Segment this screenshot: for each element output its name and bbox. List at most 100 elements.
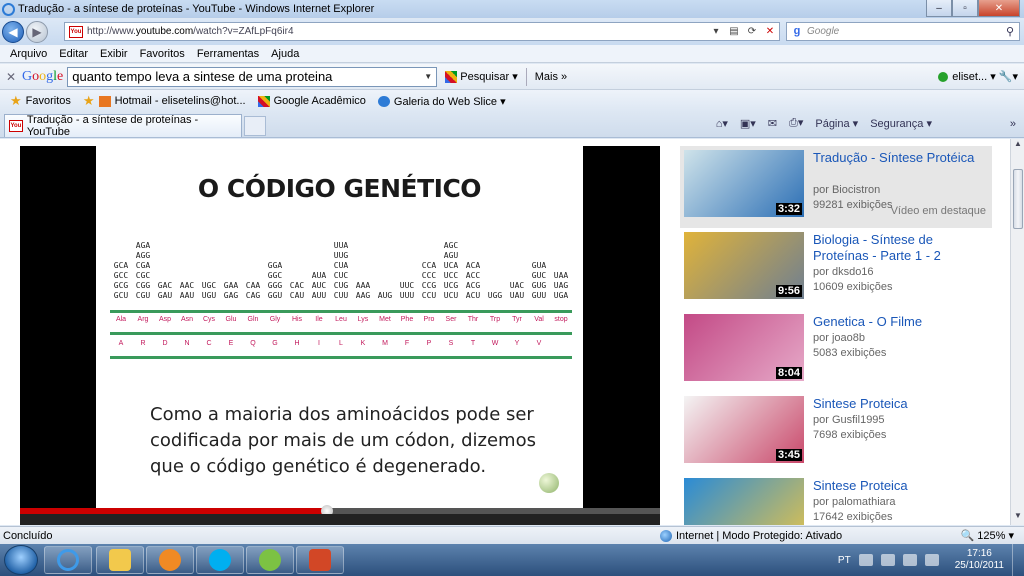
google-query-input[interactable]: quanto tempo leva a sintese de uma prote… <box>72 69 424 84</box>
video-thumbnail[interactable]: 9:56 <box>684 232 804 299</box>
page-menu[interactable]: Página ▾ <box>815 117 858 130</box>
print-icon[interactable]: ⎙▾ <box>789 116 803 130</box>
related-video-item[interactable]: Sintese Proteica por palomathiara 17642 ex… <box>680 474 992 525</box>
start-button[interactable] <box>4 545 38 575</box>
keyboard-icon[interactable] <box>858 554 873 566</box>
amino-acid-letter: E <box>228 340 234 347</box>
home-icon[interactable]: ⌂▾ <box>716 117 728 130</box>
amino-acid-label: Ala <box>115 316 127 323</box>
codon-column: CCA CCC CCG CCU <box>418 261 440 301</box>
back-button[interactable]: ◀ <box>2 21 24 43</box>
menu-arquivo[interactable]: Arquivo <box>10 48 47 60</box>
amino-acid-letter: P <box>426 340 432 347</box>
chevron-down-icon[interactable]: ▼ <box>424 72 436 81</box>
video-thumbnail[interactable]: 3:45 <box>684 396 804 463</box>
clock[interactable]: 17:16 25/10/2011 <box>955 548 1004 572</box>
refresh-icon[interactable]: ⟳ <box>743 26 761 37</box>
search-icon[interactable]: ⚲ <box>1001 25 1019 38</box>
pesquisar-button[interactable]: Pesquisar ▾ <box>445 70 518 83</box>
url-text[interactable]: http://www.youtube.com/watch?v=ZAfLpFq6i… <box>87 26 707 37</box>
volume-icon[interactable] <box>924 554 939 566</box>
favorites-button[interactable]: ★ Favoritos <box>10 93 71 109</box>
security-zone[interactable]: Internet | Modo Protegido: Ativado <box>660 529 842 542</box>
menu-ferramentas[interactable]: Ferramentas <box>197 48 259 60</box>
related-video-author[interactable]: por palomathiara <box>813 496 896 508</box>
add-favorite-icon[interactable]: ★ <box>83 93 95 109</box>
player-controls[interactable] <box>20 514 660 525</box>
menu-favoritos[interactable]: Favoritos <box>140 48 185 60</box>
video-frame: O CÓDIGO GENÉTICO GCA GCC GCG GCU AGA AGG CGA C… <box>96 146 583 508</box>
related-video-author[interactable]: por Biocistron <box>813 184 880 196</box>
related-video-item[interactable]: 3:32 Tradução - Síntese Protéica por Bioci… <box>680 146 992 228</box>
new-tab-button[interactable] <box>244 116 266 136</box>
scroll-thumb[interactable] <box>1013 169 1023 229</box>
compatibility-view-icon[interactable]: ▤ <box>725 26 743 37</box>
related-video-author[interactable]: por joao8b <box>813 332 865 344</box>
window-title: Tradução - a síntese de proteínas - YouT… <box>18 3 375 15</box>
amino-acid-letter: Q <box>250 340 256 347</box>
network-icon[interactable] <box>902 554 917 566</box>
zoom-control[interactable]: 🔍 125% ▾ <box>961 529 1014 542</box>
duration-badge: 3:32 <box>775 203 802 215</box>
forward-button[interactable]: ▶ <box>26 21 48 43</box>
maximize-button[interactable]: ▫ <box>952 0 978 17</box>
related-video-title[interactable]: Tradução - Síntese Protéica <box>813 150 988 166</box>
taskbar-skype[interactable] <box>196 546 244 574</box>
security-menu[interactable]: Segurança ▾ <box>870 117 932 130</box>
related-video-item[interactable]: 9:56 Biologia - Síntese de Proteínas - Pa… <box>680 228 992 310</box>
favorite-web-slice-gallery[interactable]: Galeria do Web Slice ▾ <box>377 95 506 108</box>
taskbar-media-player[interactable] <box>146 546 194 574</box>
address-dropdown-icon[interactable]: ▾ <box>707 26 725 37</box>
command-bar: ⌂▾ ▣▾ ✉ ⎙▾ Página ▾ Segurança ▾ <box>716 116 944 130</box>
related-video-author[interactable]: por dksdo16 <box>813 266 874 278</box>
mais-button[interactable]: Mais » <box>535 71 567 83</box>
related-video-title[interactable]: Sintese Proteica <box>813 478 988 494</box>
video-player[interactable]: O CÓDIGO GENÉTICO GCA GCC GCG GCU AGA AGG CGA C… <box>20 146 660 525</box>
related-video-item[interactable]: 8:04 Genetica - O Filme por joao8b 5083 exi… <box>680 310 992 392</box>
related-video-item[interactable]: 3:45 Sintese Proteica por Gusfil1995 7698 e… <box>680 392 992 474</box>
scroll-up-icon[interactable]: ▲ <box>1011 139 1024 153</box>
related-video-title[interactable]: Genetica - O Filme <box>813 314 988 330</box>
user-account-button[interactable]: eliset... ▾ 🔧▾ <box>938 70 1018 83</box>
search-box[interactable]: g Google ⚲ <box>786 22 1020 41</box>
language-indicator[interactable]: PT <box>838 555 851 566</box>
video-thumbnail[interactable]: 8:04 <box>684 314 804 381</box>
menu-exibir[interactable]: Exibir <box>100 48 128 60</box>
status-bar: Concluído Internet | Modo Protegido: Ati… <box>0 526 1024 544</box>
flag-icon[interactable] <box>880 554 895 566</box>
feeds-icon[interactable]: ▣▾ <box>740 117 756 130</box>
tab-label: Tradução - a síntese de proteínas - YouT… <box>26 114 199 138</box>
favorite-google-academico[interactable]: Google Acadêmico <box>257 95 366 107</box>
mail-icon <box>98 95 111 107</box>
mail-read-icon[interactable]: ✉ <box>768 117 777 130</box>
minimize-button[interactable]: – <box>926 0 952 17</box>
codon: CAU <box>289 291 305 300</box>
scrollbar[interactable]: ▲ ▼ <box>1010 139 1024 525</box>
stop-icon[interactable]: ✕ <box>761 26 779 37</box>
chevron-right-icon[interactable]: » <box>1010 118 1016 130</box>
favorite-hotmail[interactable]: Hotmail - elisetelins@hot... <box>98 95 246 107</box>
related-video-author[interactable]: por Gusfil1995 <box>813 414 885 426</box>
taskbar-messenger[interactable] <box>246 546 294 574</box>
google-search-field[interactable]: quanto tempo leva a sintese de uma prote… <box>67 66 438 87</box>
close-toolbar-icon[interactable]: ✕ <box>6 70 22 84</box>
codon: CGA <box>135 261 151 270</box>
related-video-title[interactable]: Sintese Proteica <box>813 396 988 412</box>
close-button[interactable]: ✕ <box>978 0 1020 17</box>
tab-youtube[interactable]: You Tradução - a síntese de proteínas - … <box>4 114 242 138</box>
video-thumbnail[interactable] <box>684 478 804 525</box>
related-video-title[interactable]: Biologia - Síntese de Proteínas - Parte … <box>813 232 988 264</box>
amino-acid-letter: A <box>118 340 124 347</box>
menu-ajuda[interactable]: Ajuda <box>271 48 299 60</box>
menu-editar[interactable]: Editar <box>59 48 88 60</box>
taskbar-internet-explorer[interactable] <box>44 546 92 574</box>
video-thumbnail[interactable]: 3:32 <box>684 150 804 217</box>
show-desktop-button[interactable] <box>1012 544 1024 576</box>
taskbar-powerpoint[interactable] <box>296 546 344 574</box>
taskbar-explorer[interactable] <box>96 546 144 574</box>
skype-icon <box>209 549 231 571</box>
address-field[interactable]: You http://www.youtube.com/watch?v=ZAfLp… <box>64 22 780 41</box>
amino-acid-letter: T <box>470 340 476 347</box>
scroll-down-icon[interactable]: ▼ <box>1011 511 1024 525</box>
search-input[interactable]: Google <box>807 26 1001 37</box>
